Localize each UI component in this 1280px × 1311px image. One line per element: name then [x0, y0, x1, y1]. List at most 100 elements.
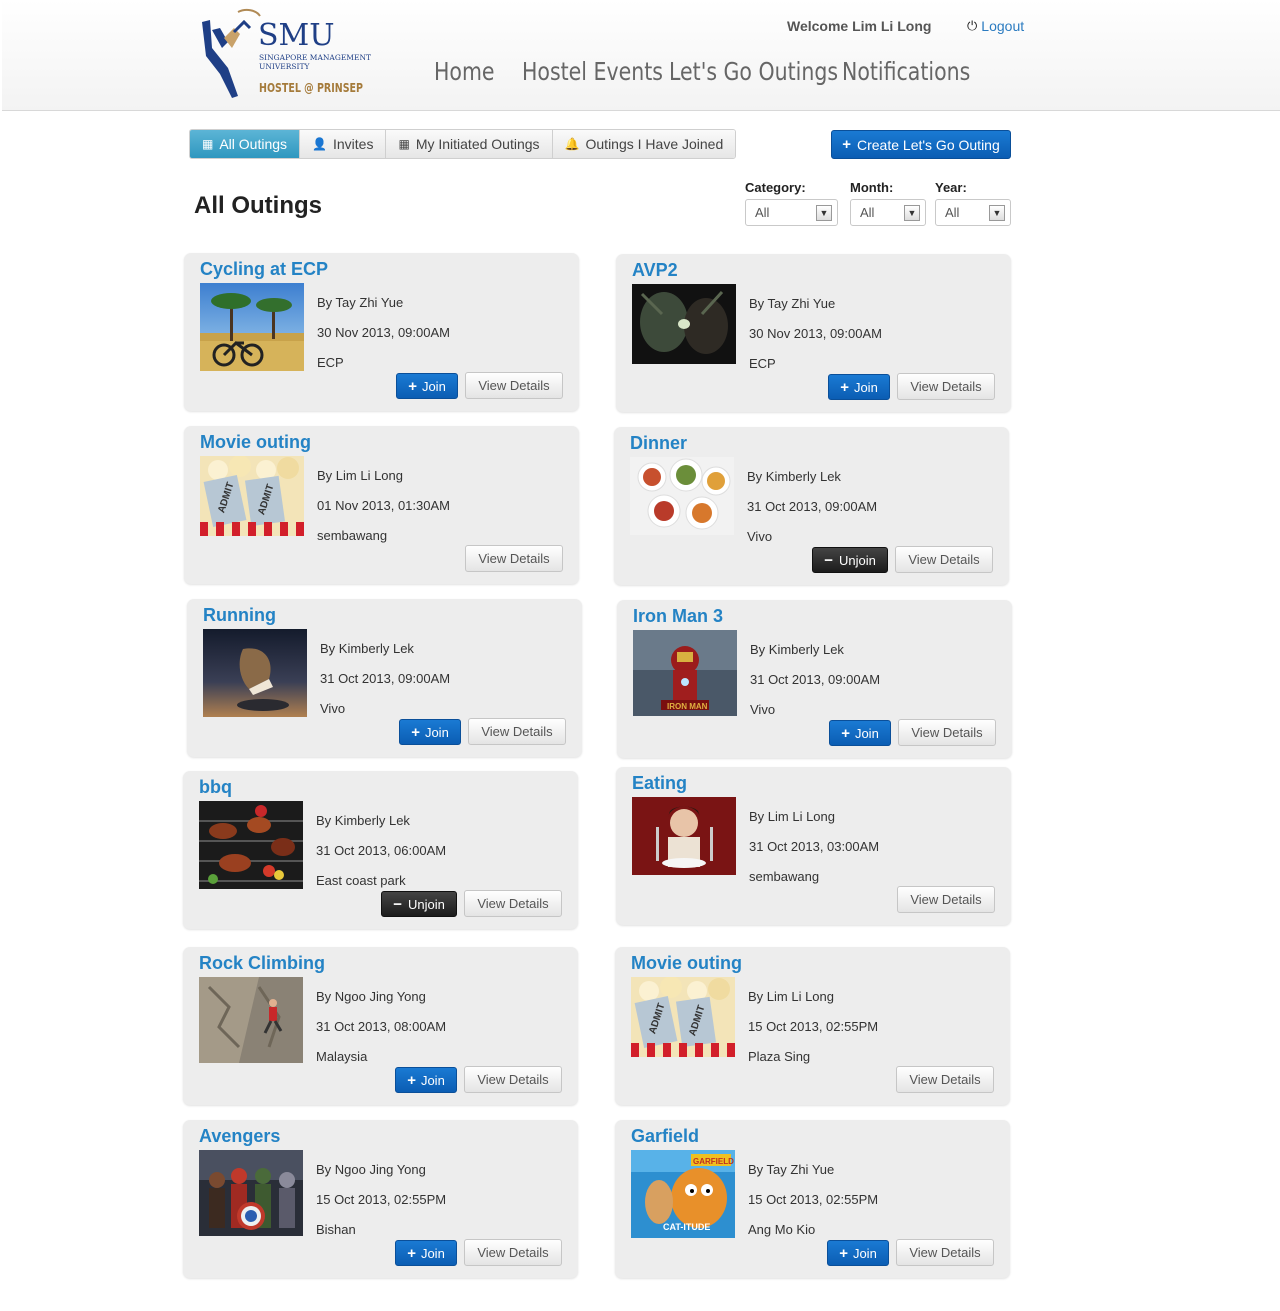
view-details-button[interactable]: View Details — [464, 1066, 562, 1093]
bell-icon: 🔔 — [564, 137, 580, 151]
minus-icon: − — [393, 895, 402, 913]
category-filter: Category: All ▼ — [745, 180, 838, 226]
nav-notifications[interactable]: Notifications — [842, 57, 970, 86]
outing-title[interactable]: Eating — [632, 773, 687, 794]
outing-card: Running By Kimberly Lek 31 Oct 2013, 09:… — [187, 599, 582, 757]
create-outing-button[interactable]: + Create Let's Go Outing — [831, 130, 1011, 159]
outing-location: Plaza Sing — [748, 1049, 811, 1064]
outing-title[interactable]: Rock Climbing — [199, 953, 325, 974]
outing-info: By Kimberly Lek 31 Oct 2013, 09:00AM Viv… — [747, 462, 877, 552]
year-value: All — [945, 205, 960, 220]
outing-card: Rock Climbing By Ngoo Jing Yong 31 Oct 2… — [183, 947, 578, 1105]
view-details-button[interactable]: View Details — [465, 372, 563, 399]
nav-hostel-events[interactable]: Hostel Events — [522, 57, 663, 86]
outing-info: By Lim Li Long 31 Oct 2013, 03:00AM semb… — [749, 802, 879, 892]
rock-climbing-photo — [199, 977, 303, 1065]
welcome-message: Welcome Lim Li Long — [787, 18, 932, 34]
logout-link[interactable]: ⏻ Logout — [967, 18, 1024, 34]
outing-organizer: By Tay Zhi Yue — [748, 1162, 835, 1177]
view-details-button[interactable]: View Details — [896, 1239, 994, 1266]
avp2-poster — [632, 284, 736, 372]
movie-tickets-photo: ADMIT ADMIT — [631, 977, 735, 1065]
plus-icon: + — [839, 1244, 848, 1262]
join-label: Join — [420, 1072, 445, 1088]
outing-organizer: By Kimberly Lek — [747, 469, 841, 484]
outing-info: By Tay Zhi Yue 15 Oct 2013, 02:55PM Ang … — [748, 1155, 878, 1245]
outing-info: By Kimberly Lek 31 Oct 2013, 09:00AM Viv… — [320, 634, 450, 724]
outing-datetime: 31 Oct 2013, 08:00AM — [316, 1019, 447, 1034]
outing-location: sembawang — [749, 869, 820, 884]
category-value: All — [755, 205, 770, 220]
tab-outings-joined[interactable]: 🔔 Outings I Have Joined — [552, 130, 736, 158]
outing-card: Eating By Lim Li Long 31 Oct 2013, 03:00… — [616, 767, 1011, 925]
tab-label: Outings I Have Joined — [585, 136, 724, 152]
nav-home[interactable]: Home — [434, 57, 495, 86]
outing-datetime: 15 Oct 2013, 02:55PM — [748, 1192, 879, 1207]
outing-title[interactable]: Dinner — [630, 433, 687, 454]
plus-icon: + — [842, 136, 851, 153]
page-title: All Outings — [194, 192, 322, 219]
outing-info: By Kimberly Lek 31 Oct 2013, 06:00AM Eas… — [316, 806, 446, 896]
view-details-button[interactable]: View Details — [898, 719, 996, 746]
avengers-poster — [199, 1150, 303, 1238]
outing-title[interactable]: Avengers — [199, 1126, 280, 1147]
movie-tickets-photo: ADMIT ADMIT — [200, 456, 304, 544]
view-details-button[interactable]: View Details — [896, 1066, 994, 1093]
outing-title[interactable]: Cycling at ECP — [200, 259, 328, 280]
join-button[interactable]: + Join — [829, 720, 891, 746]
join-button[interactable]: + Join — [828, 374, 890, 400]
outing-info: By Lim Li Long 15 Oct 2013, 02:55PM Plaz… — [748, 982, 878, 1072]
tab-my-initiated-outings[interactable]: ▦ My Initiated Outings — [386, 130, 553, 158]
iron-man-poster: IRON MAN — [633, 630, 737, 718]
bbq-photo — [199, 801, 303, 889]
outing-info: By Ngoo Jing Yong 31 Oct 2013, 08:00AM M… — [316, 982, 446, 1072]
nav-lets-go-outings[interactable]: Let's Go Outings — [669, 57, 838, 86]
year-select[interactable]: All ▼ — [935, 199, 1011, 226]
outing-title[interactable]: Garfield — [631, 1126, 699, 1147]
tab-invites[interactable]: 👤 Invites — [300, 130, 387, 158]
outing-organizer: By Kimberly Lek — [316, 813, 410, 828]
join-button[interactable]: + Join — [827, 1240, 889, 1266]
unjoin-button[interactable]: − Unjoin — [381, 891, 457, 917]
view-details-button[interactable]: View Details — [464, 890, 562, 917]
outing-title[interactable]: Movie outing — [631, 953, 742, 974]
cycling-photo — [200, 283, 304, 371]
outing-datetime: 31 Oct 2013, 06:00AM — [316, 843, 447, 858]
site-header: SMU SINGAPORE MANAGEMENT UNIVERSITY HOST… — [2, 0, 1280, 111]
view-details-button[interactable]: View Details — [464, 1239, 562, 1266]
month-filter: Month: All ▼ — [850, 180, 926, 226]
outing-title[interactable]: Iron Man 3 — [633, 606, 723, 627]
view-details-button[interactable]: View Details — [895, 546, 993, 573]
join-button[interactable]: + Join — [395, 1240, 457, 1266]
smu-hostel-logo[interactable]: SMU SINGAPORE MANAGEMENT UNIVERSITY HOST… — [198, 8, 388, 100]
minus-icon: − — [824, 551, 833, 569]
category-select[interactable]: All ▼ — [745, 199, 838, 226]
month-select[interactable]: All ▼ — [850, 199, 926, 226]
unjoin-button[interactable]: − Unjoin — [812, 547, 888, 573]
outing-title[interactable]: bbq — [199, 777, 232, 798]
outing-title[interactable]: AVP2 — [632, 260, 678, 281]
tab-all-outings[interactable]: ▦ All Outings — [190, 130, 301, 158]
view-details-button[interactable]: View Details — [468, 718, 566, 745]
join-label: Join — [421, 378, 446, 394]
eating-photo — [632, 797, 736, 885]
unjoin-label: Unjoin — [407, 896, 445, 912]
outing-title[interactable]: Running — [203, 605, 276, 626]
view-details-button[interactable]: View Details — [897, 373, 995, 400]
join-label: Join — [424, 724, 449, 740]
outing-title[interactable]: Movie outing — [200, 432, 311, 453]
view-details-button[interactable]: View Details — [897, 886, 995, 913]
outing-tabs: ▦ All Outings 👤 Invites ▦ My Initiated O… — [189, 129, 737, 159]
svg-text:SINGAPORE MANAGEMENT: SINGAPORE MANAGEMENT — [259, 53, 371, 62]
join-button[interactable]: + Join — [399, 719, 461, 745]
join-button[interactable]: + Join — [395, 1067, 457, 1093]
svg-text:UNIVERSITY: UNIVERSITY — [259, 62, 310, 71]
year-filter: Year: All ▼ — [935, 180, 1011, 226]
view-details-button[interactable]: View Details — [465, 545, 563, 572]
outing-datetime: 15 Oct 2013, 02:55PM — [748, 1019, 879, 1034]
plus-icon: + — [841, 724, 850, 742]
join-button[interactable]: + Join — [396, 373, 458, 399]
outing-datetime: 15 Oct 2013, 02:55PM — [316, 1192, 447, 1207]
user-icon: 👤 — [312, 137, 327, 151]
category-label: Category: — [745, 180, 806, 195]
